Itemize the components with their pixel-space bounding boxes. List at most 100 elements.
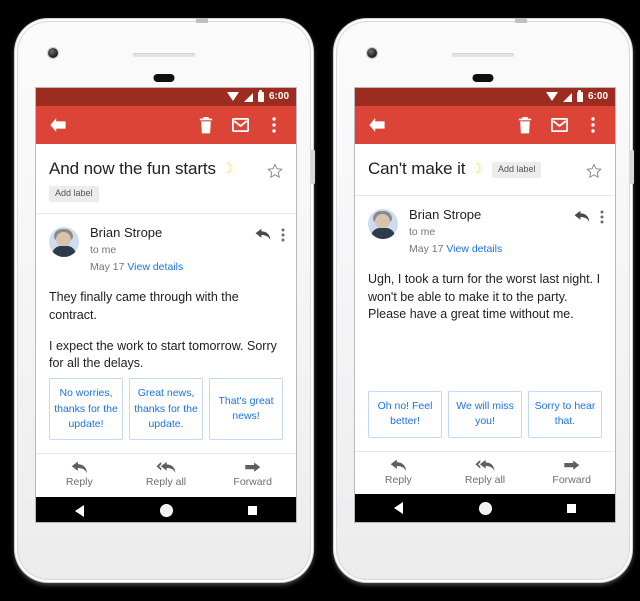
trash-icon[interactable] [193, 112, 219, 138]
trash-icon[interactable] [512, 112, 538, 138]
envelope-icon[interactable] [546, 112, 572, 138]
smart-reply-chip[interactable]: Oh no! Feel better! [368, 391, 442, 438]
nav-home-icon[interactable] [123, 504, 210, 518]
message-date: May 17 [409, 242, 444, 255]
status-icons-1 [226, 90, 264, 102]
overflow-menu-icon[interactable] [600, 210, 604, 229]
crescent-moon-icon: ☽ [220, 160, 234, 176]
status-clock: 6:00 [587, 91, 608, 102]
battery-icon [257, 90, 264, 102]
message-date: May 17 [90, 260, 125, 273]
signal-icon [243, 92, 253, 102]
nav-back-icon[interactable] [355, 502, 442, 514]
status-icons-2 [545, 90, 583, 102]
signal-icon [562, 92, 572, 102]
forward-button[interactable]: Forward [209, 461, 296, 488]
smart-reply-chip[interactable]: We will miss you! [448, 391, 522, 438]
page-title: And now the fun starts [49, 159, 216, 178]
add-label-chip[interactable]: Add label [49, 186, 99, 203]
add-label-chip[interactable]: Add label [491, 162, 542, 178]
sender-meta: May 17 View details [409, 242, 574, 258]
avatar [49, 227, 79, 258]
earpiece-speaker [452, 53, 514, 57]
reply-all-label: Reply all [145, 476, 187, 489]
phone-device-1: 6:00 And now the fun starts ☽ Add label … [18, 18, 315, 579]
message-paragraph: They finally came through with the contr… [49, 290, 239, 322]
star-outline-icon[interactable] [586, 159, 602, 184]
crescent-moon-icon: ☽ [470, 160, 483, 176]
reply-button[interactable]: Reply [355, 459, 442, 486]
nav-recents-icon[interactable] [528, 503, 615, 513]
antenna-nub [515, 18, 527, 23]
avatar-face [56, 232, 71, 248]
status-clock: 6:00 [268, 91, 289, 102]
sender-row-2: Brian Strope to me May 17 View details [355, 196, 615, 265]
wifi-icon [226, 92, 239, 101]
sensor-pill [153, 74, 175, 82]
reply-button[interactable]: Reply [36, 461, 123, 488]
sender-info-2: Brian Strope to me May 17 View details [398, 207, 574, 257]
back-arrow-icon[interactable] [364, 112, 390, 138]
back-arrow-icon[interactable] [45, 112, 71, 138]
sender-meta: May 17 View details [90, 260, 255, 276]
nav-back-icon[interactable] [36, 504, 123, 517]
envelope-icon[interactable] [227, 112, 253, 138]
star-outline-icon[interactable] [267, 159, 283, 184]
app-bar-1 [36, 106, 296, 144]
reply-arrow-icon[interactable] [574, 210, 590, 228]
battery-icon [576, 90, 583, 102]
action-bar-2: Reply Reply all Forward [355, 450, 615, 495]
forward-label: Forward [233, 476, 272, 489]
reply-all-button[interactable]: Reply all [442, 459, 529, 486]
smart-reply-chip[interactable]: No worries, thanks for the update! [49, 378, 123, 441]
power-button[interactable] [311, 150, 315, 184]
sender-row-1: Brian Strope to me May 17 View details [36, 214, 296, 283]
earpiece-speaker [133, 53, 195, 57]
app-bar-2 [355, 106, 615, 144]
overflow-menu-icon[interactable] [261, 112, 287, 138]
subject-left-2: Can't make it ☽ Add label [368, 159, 578, 180]
message-body-1: They finally came through with the contr… [36, 283, 296, 372]
avatar-body [371, 228, 395, 239]
smart-reply-row-1: No worries, thanks for the update! Great… [36, 372, 296, 453]
smart-reply-chip[interactable]: That's great news! [209, 378, 283, 441]
nav-home-icon[interactable] [442, 501, 529, 515]
screenshot-stage: 6:00 And now the fun starts ☽ Add label … [0, 0, 640, 601]
avatar-body [52, 246, 76, 258]
overflow-menu-icon[interactable] [580, 112, 606, 138]
message-body-2: Ugh, I took a turn for the worst last ni… [355, 265, 615, 385]
subject-left-1: And now the fun starts ☽ Add label [49, 159, 259, 203]
sender-name: Brian Strope [409, 207, 482, 222]
reply-all-label: Reply all [464, 473, 506, 486]
navigation-bar-2 [355, 494, 615, 522]
forward-button[interactable]: Forward [528, 459, 615, 486]
status-bar-1: 6:00 [36, 88, 296, 106]
phone-screen-1: 6:00 And now the fun starts ☽ Add label … [36, 88, 296, 522]
overflow-menu-icon[interactable] [281, 228, 285, 247]
reply-arrow-icon[interactable] [255, 228, 271, 246]
front-camera-icon [48, 48, 58, 58]
page-title: Can't make it [368, 159, 466, 178]
avatar-face [375, 214, 390, 229]
avatar [368, 209, 398, 239]
sender-recipient: to me [90, 243, 117, 256]
reply-all-button[interactable]: Reply all [123, 461, 210, 488]
message-paragraph: I expect the work to start tomorrow. Sor… [49, 338, 277, 371]
view-details-link[interactable]: View details [127, 261, 183, 273]
smart-reply-chip[interactable]: Sorry to hear that. [528, 391, 602, 438]
power-button[interactable] [630, 150, 634, 184]
subject-line-1: And now the fun starts ☽ [49, 159, 259, 179]
view-details-link[interactable]: View details [446, 243, 502, 255]
sensor-pill [472, 74, 494, 82]
subject-area-2: Can't make it ☽ Add label [355, 144, 615, 196]
sender-recipient: to me [409, 225, 436, 238]
message-paragraph: Ugh, I took a turn for the worst last ni… [368, 272, 601, 321]
subject-area-1: And now the fun starts ☽ Add label [36, 144, 296, 215]
reply-label: Reply [65, 476, 93, 489]
sender-actions-1 [255, 225, 285, 247]
smart-reply-row-2: Oh no! Feel better! We will miss you! So… [355, 385, 615, 450]
smart-reply-chip[interactable]: Great news, thanks for the update. [129, 378, 203, 441]
navigation-bar-1 [36, 496, 296, 522]
nav-recents-icon[interactable] [209, 506, 296, 516]
sender-info-1: Brian Strope to me May 17 View details [79, 225, 255, 275]
